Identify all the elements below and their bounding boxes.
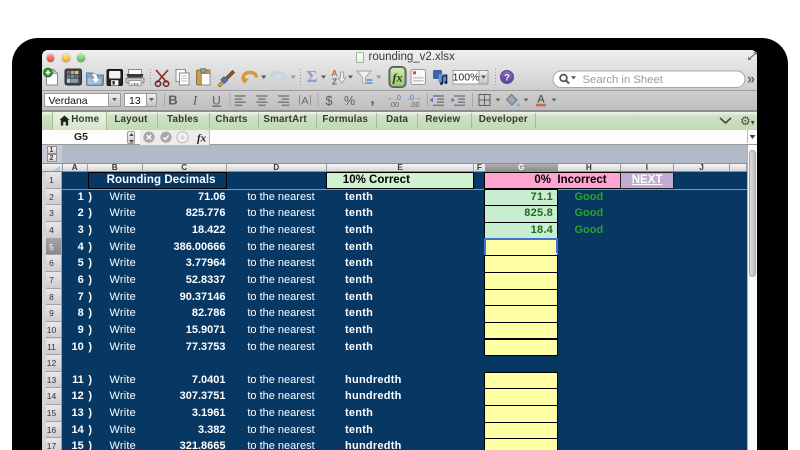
svg-text:%: %: [343, 94, 354, 108]
svg-text:100%: 100%: [452, 72, 479, 84]
svg-text:B: B: [168, 93, 177, 108]
svg-text:»: »: [747, 72, 755, 88]
svg-text:?: ?: [504, 72, 510, 83]
svg-text:fx: fx: [197, 133, 207, 145]
svg-text:fx: fx: [392, 71, 402, 85]
svg-text:$: $: [325, 94, 332, 108]
svg-text:.00: .00: [388, 100, 398, 109]
svg-text:U: U: [212, 94, 221, 108]
svg-text:Σ: Σ: [306, 67, 317, 86]
svg-text:I: I: [191, 93, 197, 108]
svg-text:A: A: [537, 94, 545, 106]
svg-text:.00: .00: [409, 100, 419, 109]
svg-text:Search in Sheet: Search in Sheet: [582, 74, 663, 86]
svg-text:,: ,: [370, 91, 374, 108]
svg-text:Verdana: Verdana: [48, 95, 87, 107]
svg-text:A: A: [301, 95, 308, 107]
svg-text:13: 13: [129, 95, 141, 107]
svg-text:Z: Z: [331, 77, 336, 87]
